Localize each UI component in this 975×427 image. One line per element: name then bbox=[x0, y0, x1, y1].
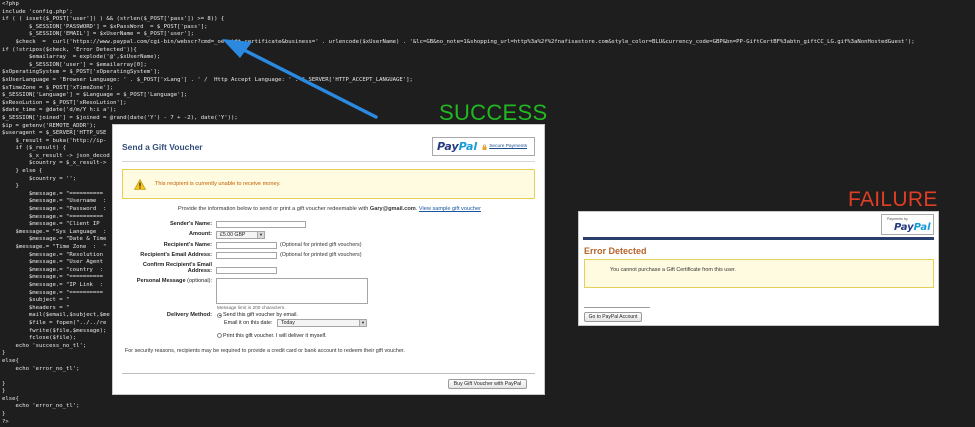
code-line: echo 'error_no_tl'; bbox=[2, 403, 80, 410]
error-title: Error Detected bbox=[584, 246, 647, 256]
recipient-email: Gary@gmail.com bbox=[369, 206, 416, 212]
confirm-email-input[interactable] bbox=[216, 267, 277, 274]
error-panel: Payments by PayPal Error Detected You ca… bbox=[578, 211, 939, 326]
delivery-method-label: Delivery Method: bbox=[166, 312, 212, 318]
email-date-select[interactable]: Today ▼ bbox=[277, 319, 367, 327]
code-line: $xOperatingSystem = $_POST['xOperatingSy… bbox=[2, 69, 161, 76]
code-line: $_SESSION['PASSWORD'] = $xPassWord = $_P… bbox=[2, 23, 208, 30]
delivery-print-radio[interactable] bbox=[217, 333, 222, 338]
recipient-email-label: Recipient's Email Address: bbox=[140, 252, 212, 258]
code-line: ?> bbox=[2, 418, 9, 425]
header-divider bbox=[122, 161, 535, 162]
lock-icon bbox=[482, 143, 487, 150]
code-line: else{ bbox=[2, 395, 19, 402]
error-box: You cannot purchase a Gift Certificate f… bbox=[584, 259, 934, 288]
chevron-down-icon: ▼ bbox=[359, 320, 366, 326]
code-line: $_SESSION['Language'] = $Language = $_PO… bbox=[2, 92, 188, 99]
paypal-logo: PayPal bbox=[894, 222, 931, 233]
personal-message-label: Personal Message (optional): bbox=[136, 278, 212, 284]
instructions-text: Provide the information below to send or… bbox=[178, 206, 481, 212]
chevron-down-icon: ▼ bbox=[257, 232, 264, 238]
payments-by-paypal-badge: Payments by PayPal bbox=[881, 214, 934, 235]
gift-voucher-form-panel: Send a Gift Voucher PayPal Secure Paymen… bbox=[112, 124, 545, 395]
code-line: $_SESSION['user'] = $emailarray[0]; bbox=[2, 61, 147, 68]
view-sample-link[interactable]: View sample gift voucher bbox=[419, 206, 481, 212]
warning-message: This recipient is currently unable to re… bbox=[155, 181, 281, 187]
delivery-email-radio[interactable] bbox=[217, 312, 222, 318]
code-line: $emailarray = explode('@',$xUserName); bbox=[2, 54, 161, 61]
code-line: include 'config.php'; bbox=[2, 8, 73, 15]
secure-payments-link[interactable]: Secure Payments bbox=[482, 143, 527, 150]
code-line: if (!stripos($check, 'Error Detected')){ bbox=[2, 46, 137, 53]
warning-icon bbox=[134, 178, 146, 190]
recipient-name-note: (Optional for printed gift vouchers) bbox=[280, 242, 362, 248]
error-message: You cannot purchase a Gift Certificate f… bbox=[610, 267, 736, 273]
recipient-email-note: (Optional for printed gift vouchers) bbox=[280, 252, 362, 258]
paypal-secure-badge: PayPal Secure Payments bbox=[432, 137, 535, 156]
code-line: $xUserLanguage = 'Browser Language: ' . … bbox=[2, 76, 413, 83]
code-line: $_SESSION['EMAIL'] = $xUserName = $_POST… bbox=[2, 31, 194, 38]
amount-select[interactable]: £5.00 GBP ▼ bbox=[216, 231, 265, 239]
code-line: $check = curl('https://www.paypal.com/cg… bbox=[2, 38, 915, 45]
code-line: $xTimeZone = $_POST['xTimeZone']; bbox=[2, 84, 114, 91]
code-line: if ( ( isset($_POST['user']) ) && (strle… bbox=[2, 16, 225, 23]
confirm-email-label: Confirm Recipient's Email Address: bbox=[142, 262, 212, 275]
footer-divider bbox=[584, 307, 650, 308]
security-note: For security reasons, recipients may be … bbox=[125, 348, 405, 354]
code-line: } bbox=[2, 411, 6, 418]
failure-label: FAILURE bbox=[848, 188, 938, 211]
personal-message-textarea[interactable] bbox=[216, 278, 368, 304]
message-limit-note: Message limit is 200 characters. bbox=[217, 306, 286, 311]
success-label: SUCCESS bbox=[439, 100, 548, 125]
recipient-name-input[interactable] bbox=[216, 242, 277, 249]
recipient-email-input[interactable] bbox=[216, 252, 277, 259]
recipient-name-label: Recipient's Name: bbox=[163, 242, 212, 248]
delivery-print-text: Print this gift voucher. I will deliver … bbox=[223, 332, 327, 339]
delivery-email-text: Send this gift voucher by email. bbox=[223, 312, 298, 318]
footer-divider bbox=[122, 373, 535, 374]
amount-label: Amount: bbox=[189, 231, 212, 237]
header-bar bbox=[583, 237, 934, 240]
paypal-logo: PayPal bbox=[437, 140, 478, 153]
sender-name-input[interactable] bbox=[216, 221, 306, 228]
sender-name-label: Sender's Name: bbox=[169, 221, 212, 227]
page-title: Send a Gift Voucher bbox=[122, 142, 203, 152]
payments-by-label: Payments by bbox=[887, 217, 908, 221]
buy-gift-voucher-button[interactable]: Buy Gift Voucher with PayPal bbox=[448, 379, 527, 389]
code-line: <?php bbox=[2, 1, 19, 7]
warning-box: This recipient is currently unable to re… bbox=[122, 169, 535, 199]
email-date-label: Email it on this date: bbox=[224, 320, 273, 326]
go-to-paypal-account-button[interactable]: Go to PayPal Account bbox=[584, 312, 642, 322]
